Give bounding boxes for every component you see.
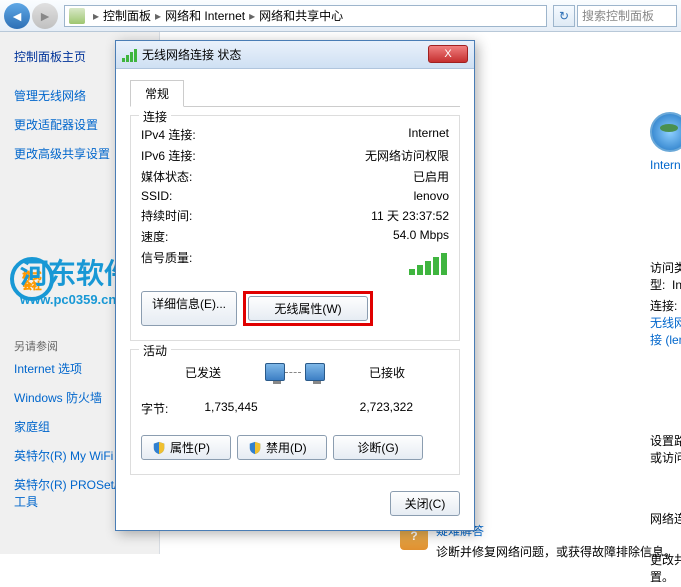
breadcrumb[interactable]: ▸ 控制面板 ▸ 网络和 Internet ▸ 网络和共享中心 [64, 5, 547, 27]
disable-button[interactable]: 禁用(D) [237, 435, 327, 460]
globe-icon [650, 112, 681, 152]
wifi-status-dialog: 无线网络连接 状态 X 常规 连接 IPv4 连接: Internet IPv6 … [115, 40, 475, 531]
tabs: 常规 [130, 79, 460, 107]
connection-group: 连接 IPv4 连接:Internet IPv6 连接:无网络访问权限 媒体状态… [130, 115, 460, 341]
search-placeholder: 搜索控制面板 [582, 7, 654, 24]
search-input[interactable]: 搜索控制面板 [577, 5, 677, 27]
breadcrumb-item[interactable]: 网络和 Internet [165, 7, 245, 24]
monitors-icon [265, 354, 325, 390]
dialog-titlebar[interactable]: 无线网络连接 状态 X [116, 41, 474, 69]
shield-icon [248, 441, 262, 455]
properties-button-label: 属性(P) [170, 439, 210, 456]
close-dialog-button[interactable]: 关闭(C) [390, 491, 460, 516]
internet-icon-block: Internet [650, 112, 681, 172]
close-button[interactable]: X [428, 45, 468, 63]
activity-group-title: 活动 [139, 342, 171, 359]
ssid-value: lenovo [414, 189, 449, 203]
highlight-marker: 无线属性(W) [243, 291, 373, 326]
ipv6-value: 无网络访问权限 [365, 147, 449, 164]
dialog-title: 无线网络连接 状态 [142, 46, 241, 63]
connection-group-title: 连接 [139, 108, 171, 125]
sent-label: 已发送 [141, 364, 265, 381]
ipv6-label: IPv6 连接: [141, 147, 196, 164]
wireless-properties-button[interactable]: 无线属性(W) [248, 296, 368, 321]
details-button[interactable]: 详细信息(E)... [141, 291, 237, 326]
address-toolbar: ◄ ► ▸ 控制面板 ▸ 网络和 Internet ▸ 网络和共享中心 ↻ 搜索… [0, 0, 681, 32]
connections-label: 连接: [650, 299, 677, 313]
media-label: 媒体状态: [141, 168, 192, 185]
nav-back-button[interactable]: ◄ [4, 3, 30, 29]
disable-button-label: 禁用(D) [266, 439, 307, 456]
shield-icon [152, 441, 166, 455]
close-icon: X [444, 48, 451, 60]
control-panel-icon [69, 8, 85, 24]
bytes-label: 字节: [141, 400, 168, 417]
properties-button[interactable]: 属性(P) [141, 435, 231, 460]
ipv4-label: IPv4 连接: [141, 126, 196, 143]
media-value: 已启用 [413, 168, 449, 185]
duration-value: 11 天 23:37:52 [371, 207, 449, 224]
diagnose-button[interactable]: 诊断(G) [333, 435, 423, 460]
connection-link[interactable]: 无线网络连接 (leno [650, 316, 681, 347]
tab-general[interactable]: 常规 [130, 80, 184, 107]
refresh-button[interactable]: ↻ [553, 5, 575, 27]
router-text: 设置路由器或访问点。 [650, 430, 681, 468]
signal-label: 信号质量: [141, 249, 192, 283]
ssid-label: SSID: [141, 189, 172, 203]
watermark-url: www.pc0359.cn [20, 292, 116, 307]
breadcrumb-item[interactable]: 网络和共享中心 [259, 7, 343, 24]
ipv4-value: Internet [408, 126, 449, 143]
signal-strength-icon [409, 249, 449, 283]
nav-forward-button[interactable]: ► [32, 3, 58, 29]
activity-group: 活动 已发送 已接收 字节: 1,735,445 2,723,322 属性(P) [130, 349, 460, 475]
see-also-heading: 另请参阅 [0, 335, 72, 359]
recv-label: 已接收 [325, 364, 449, 381]
internet-label: Internet [650, 158, 681, 172]
access-type-value: Internet [672, 278, 681, 292]
duration-label: 持续时间: [141, 207, 192, 224]
bytes-sent-value: 1,735,445 [168, 400, 293, 417]
troubleshoot-desc: 诊断并修复网络问题，或获得故障排除信息。 [436, 543, 676, 560]
bytes-recv-value: 2,723,322 [324, 400, 449, 417]
speed-label: 速度: [141, 228, 168, 245]
signal-icon [122, 48, 138, 62]
breadcrumb-item[interactable]: 控制面板 [103, 7, 151, 24]
speed-value: 54.0 Mbps [393, 228, 449, 245]
